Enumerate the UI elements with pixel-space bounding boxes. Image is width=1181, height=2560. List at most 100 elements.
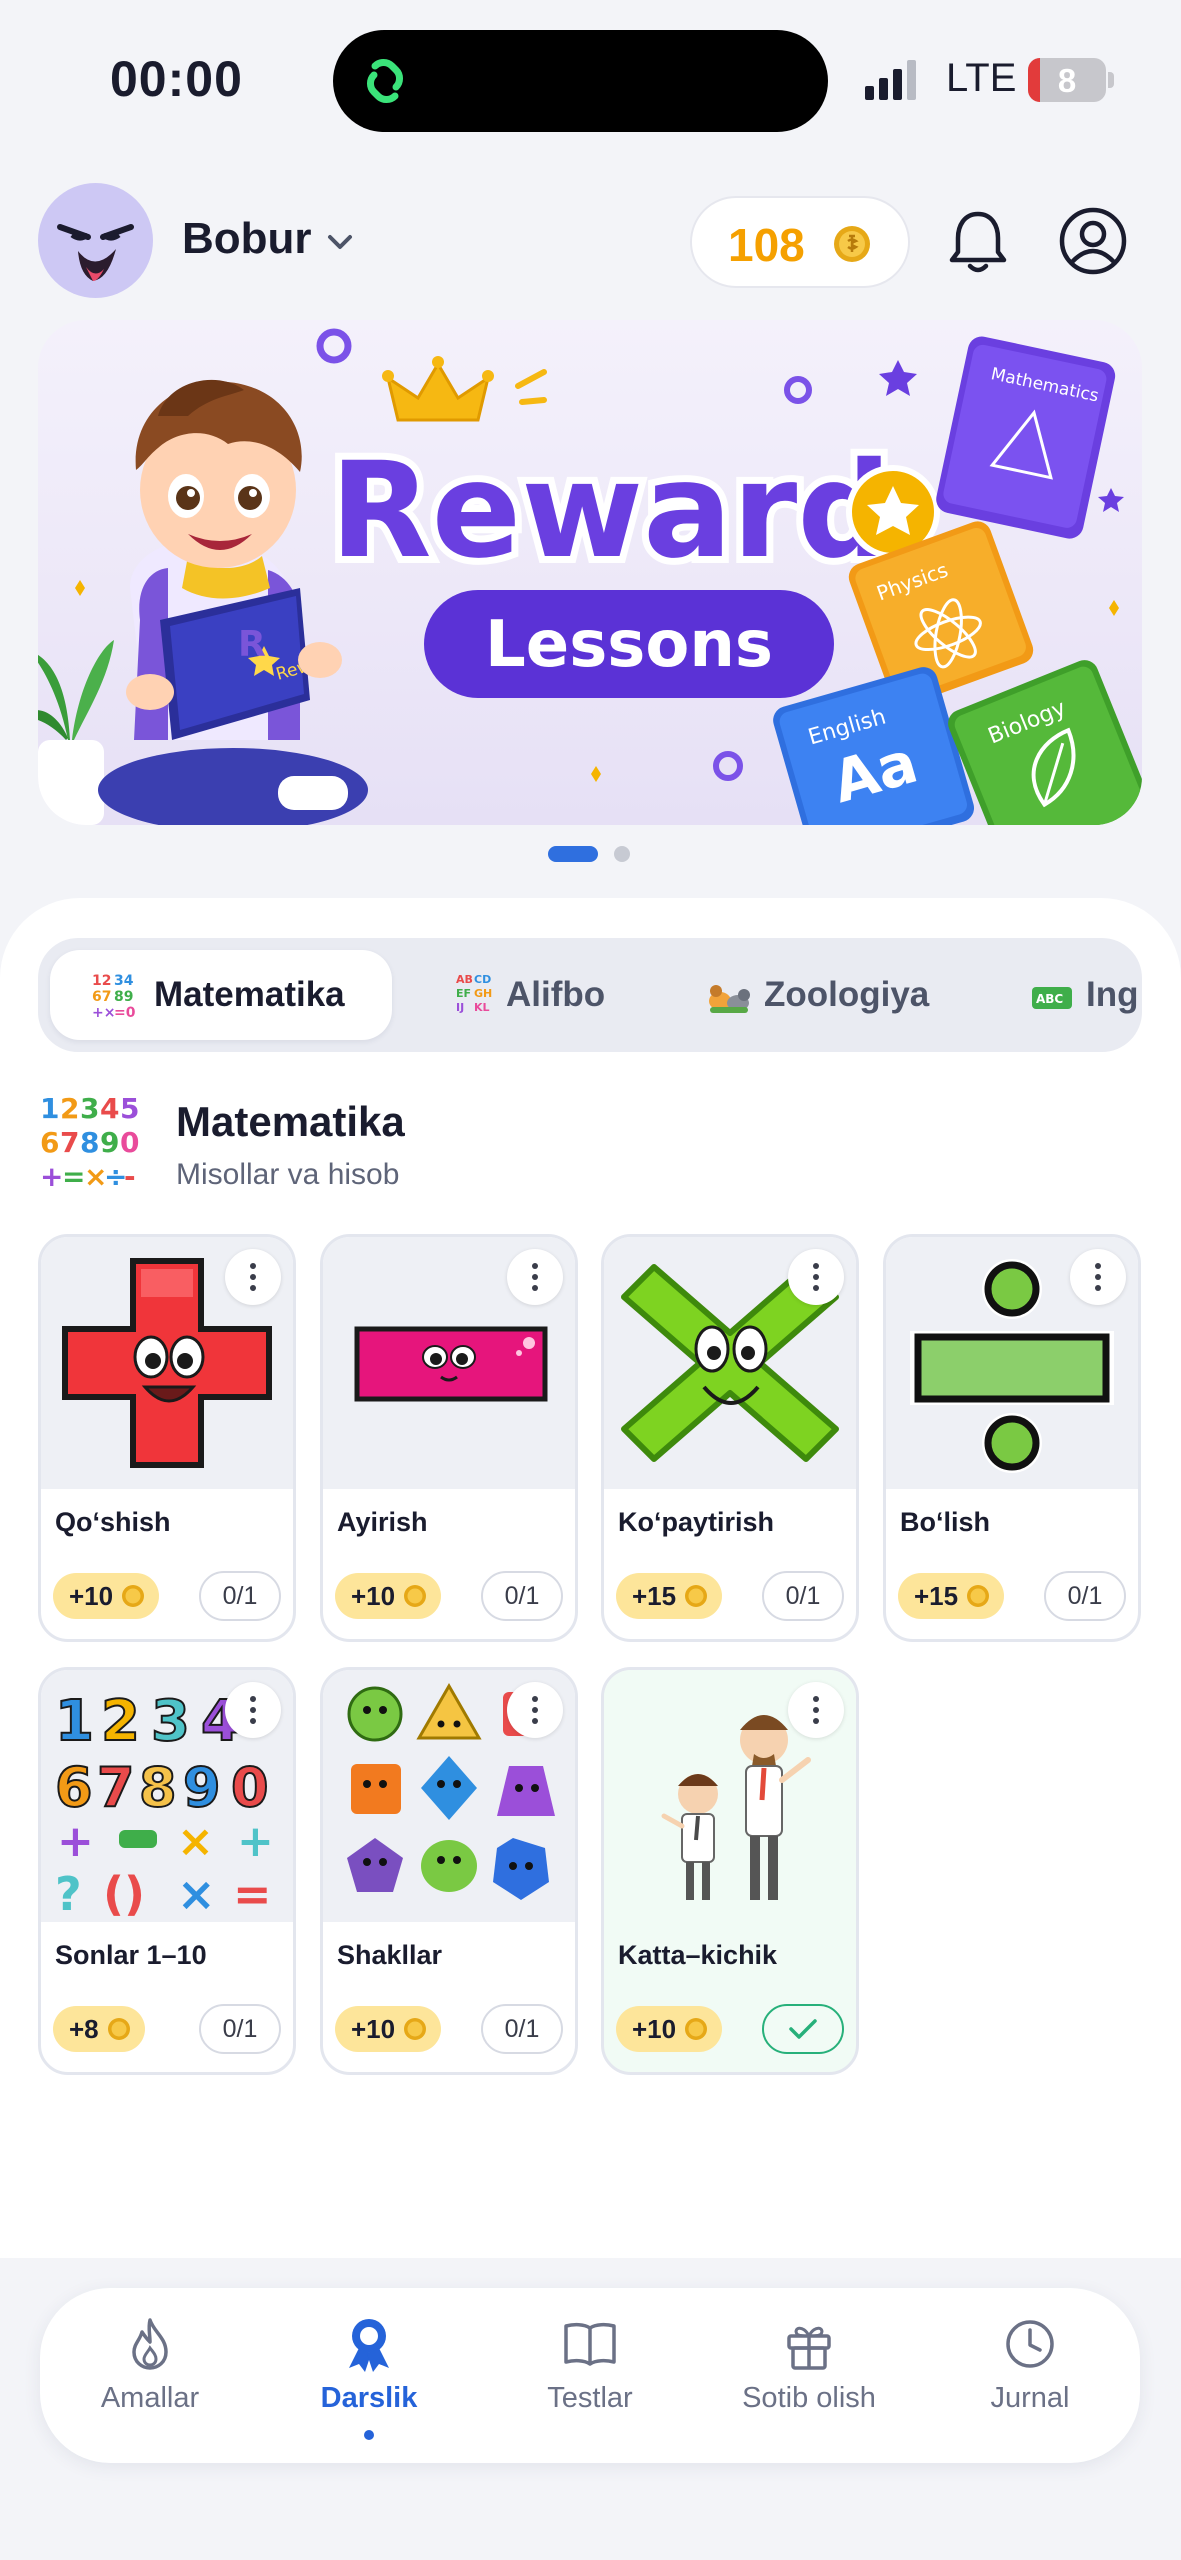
username[interactable]: Bobur [182,214,312,264]
svg-text:=: = [233,1867,272,1921]
book-icon [564,2322,616,2366]
status-time: 00:00 [110,51,243,107]
english-icon: ABC [1032,987,1072,1009]
lesson-title: Bo‘lish [900,1507,991,1537]
nav-darslik[interactable]: Darslik [269,2314,469,2444]
svg-text:3: 3 [151,1689,190,1754]
section-title: Matematika [176,1098,405,1145]
coin-balance[interactable]: 108 [690,196,910,288]
svg-text:1: 1 [55,1689,94,1754]
svg-text:67: 67 [92,989,111,1005]
coin-icon [685,2018,708,2040]
lesson-card-addition[interactable]: Qo‘shish +10 0/1 [38,1234,296,1642]
tab-zoologiya[interactable]: Zoologiya [706,950,929,1040]
check-icon [789,2019,817,2039]
animals-icon [709,985,750,1013]
lesson-card-numbers[interactable]: 1 2 3 4 6 7 8 9 0 + × + ? () × = Sonlar … [38,1667,296,2075]
nav-label: Sotib olish [742,2382,876,2414]
svg-text:0: 0 [231,1756,269,1819]
svg-text:(): () [103,1867,145,1921]
svg-text:34: 34 [114,973,134,989]
svg-text:7: 7 [60,1126,79,1159]
lesson-card-multiplication[interactable]: Ko‘paytirish +15 0/1 [601,1234,859,1642]
subject-tabs: 12 34 67 89 +× =0 Matematika AB CD EF GH… [38,938,1142,1052]
tab-ing[interactable]: ABC Ing [1030,950,1138,1040]
numbers-icon: 12 34 67 89 +× =0 [92,973,136,1021]
lesson-title: Katta–kichik [618,1940,778,1970]
svg-text:5: 5 [120,1092,139,1125]
nav-sotib-olish[interactable]: Sotib olish [709,2314,909,2444]
svg-text:6: 6 [55,1756,93,1819]
reward-badge: +10 [53,1573,160,1619]
lesson-card-subtraction[interactable]: Ayirish +10 0/1 [320,1234,578,1642]
tab-matematika[interactable]: 12 34 67 89 +× =0 Matematika [50,950,392,1040]
svg-text:+×: +× [92,1005,115,1021]
svg-text:CD: CD [474,973,491,986]
coin-count: 108 [728,219,805,271]
progress-badge: 0/1 [1044,1571,1126,1621]
svg-text:9: 9 [183,1756,221,1819]
tab-alifbo[interactable]: AB CD EF GH IJ KL Alifbo [454,950,605,1040]
nav-label: Amallar [100,2382,200,2414]
coin-icon [967,1585,990,1607]
svg-text:EF: EF [456,987,471,1000]
section-subtitle: Misollar va hisob [176,1158,400,1191]
more-menu-icon[interactable] [1070,1249,1126,1305]
svg-text:9: 9 [100,1126,119,1159]
coin-icon [107,2018,130,2040]
network-type: LTE [946,56,1017,100]
promo-banner[interactable]: Reward R Reward Reward Lessons Mathemati… [38,320,1142,825]
svg-text:+: + [237,1816,274,1867]
carousel-indicator[interactable] [548,846,638,862]
lesson-card-shapes[interactable]: Shakllar +10 0/1 [320,1667,578,2075]
avatar[interactable] [38,183,153,298]
flame-icon [132,2318,168,2370]
svg-text:3: 3 [80,1092,99,1125]
lesson-card-division[interactable]: Bo‘lish +15 0/1 [883,1234,1141,1642]
numbers-icon: 1 2 3 4 5 6 7 8 9 0 + = × ÷ - [40,1092,139,1193]
lesson-title: Sonlar 1–10 [55,1940,207,1970]
more-menu-icon[interactable] [788,1249,844,1305]
link-activity-icon [367,59,403,103]
svg-text:?: ? [55,1867,82,1921]
coin-icon [404,1585,427,1607]
completed-badge [762,2004,844,2054]
more-menu-icon[interactable] [788,1682,844,1738]
profile-icon[interactable] [1058,206,1128,276]
svg-text:8: 8 [80,1126,99,1159]
coin-icon [122,1585,145,1607]
nav-amallar[interactable]: Amallar [50,2314,250,2444]
reward-value: +10 [69,1580,114,1611]
reward-badge: +10 [616,2006,723,2052]
nav-testlar[interactable]: Testlar [490,2314,690,2444]
coin-icon [685,1585,708,1607]
clock-icon [1006,2320,1054,2368]
svg-text:-: - [124,1160,136,1193]
chevron-down-icon[interactable] [322,224,358,260]
bottom-nav: Amallar Darslik Testlar Sotib olish Jurn… [40,2288,1140,2463]
tab-label: Matematika [154,975,345,1014]
carousel-dot-active[interactable] [548,846,598,862]
bell-icon[interactable] [946,206,1010,276]
lesson-card-size-comparison[interactable]: Katta–kichik +10 [601,1667,859,2075]
nav-label: Darslik [320,2382,418,2414]
lesson-title: Shakllar [337,1940,443,1970]
award-icon [349,2319,389,2372]
nav-jurnal[interactable]: Jurnal [930,2314,1130,2444]
svg-text:89: 89 [114,989,133,1005]
more-menu-icon[interactable] [507,1249,563,1305]
signal-icon [865,60,916,100]
svg-text:6: 6 [40,1126,59,1159]
more-menu-icon[interactable] [507,1682,563,1738]
svg-text:=: = [62,1160,85,1193]
dynamic-island [333,30,828,132]
gift-icon [787,2326,831,2370]
reward-value: +8 [69,2013,99,2044]
carousel-dot[interactable] [614,846,630,862]
svg-text:1: 1 [40,1092,59,1125]
reward-value: +15 [914,1580,959,1611]
more-menu-icon[interactable] [225,1249,281,1305]
progress-badge: 0/1 [481,1571,563,1621]
more-menu-icon[interactable] [225,1682,281,1738]
lesson-title: Ayirish [337,1507,428,1537]
